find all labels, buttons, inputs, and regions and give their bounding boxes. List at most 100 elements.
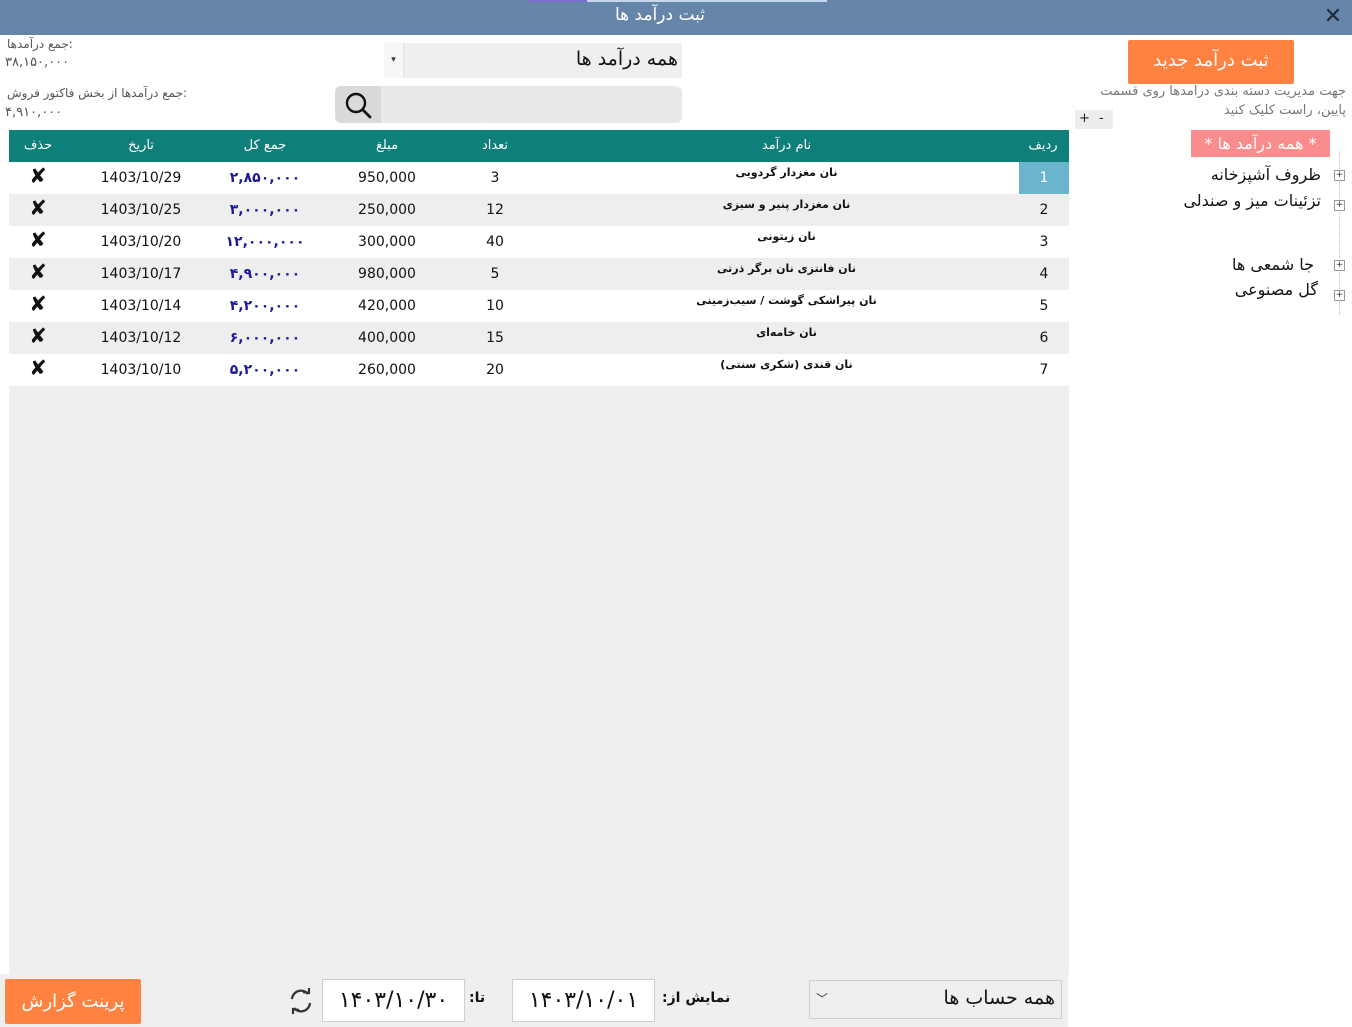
expand-icon[interactable]: + [1334, 170, 1345, 181]
column-index[interactable]: ردیف [1019, 138, 1067, 153]
row-index: 5 [1039, 298, 1049, 314]
table-row[interactable]: ✘ 1403/10/12 ۶,۰۰۰,۰۰۰ 400,000 15 نان خامه‌ای… [9, 322, 1069, 354]
expand-icon[interactable]: + [1334, 290, 1345, 301]
tree-root-all-income[interactable]: * همه درآمد ها * [1191, 130, 1330, 157]
row-count: 10 [486, 298, 504, 314]
search-box [335, 86, 682, 123]
row-index: 7 [1039, 362, 1049, 378]
delete-row-button[interactable]: ✘ [14, 356, 62, 380]
delete-row-button[interactable]: ✘ [14, 260, 62, 284]
column-name[interactable]: نام درآمد [569, 138, 1004, 153]
new-income-button[interactable]: ثبت درآمد جدید [1128, 40, 1294, 84]
row-count: 3 [490, 170, 500, 186]
column-delete[interactable]: حذف [14, 138, 62, 153]
row-total: ۲,۸۵۰,۰۰۰ [229, 170, 301, 186]
table-row[interactable]: ✘ 1403/10/29 ۲,۸۵۰,۰۰۰ 950,000 3 نان مغزدار گ… [9, 162, 1069, 194]
row-total: ۴,۲۰۰,۰۰۰ [229, 298, 301, 314]
row-amount: 980,000 [358, 266, 416, 282]
row-amount: 260,000 [358, 362, 416, 378]
row-amount: 950,000 [358, 170, 416, 186]
row-date: 1403/10/20 [100, 234, 182, 250]
to-date-field[interactable]: ۱۴۰۳/۱۰/۳۰ [322, 979, 465, 1022]
row-total: ۳,۰۰۰,۰۰۰ [229, 202, 301, 218]
row-date: 1403/10/14 [100, 298, 182, 314]
tree-item-kitchenware[interactable]: ظروف آشپزخانه [1211, 165, 1321, 184]
tree-controls: + - [1075, 110, 1113, 129]
refresh-button[interactable] [287, 987, 315, 1015]
refresh-icon [290, 988, 312, 1014]
row-name: نان مغزدار پنیر و سبزی [722, 198, 851, 211]
search-button[interactable] [335, 86, 381, 123]
delete-row-button[interactable]: ✘ [14, 196, 62, 220]
column-count[interactable]: تعداد [445, 138, 545, 153]
dropdown-arrow-icon[interactable]: ▾ [384, 43, 404, 78]
title-accent-highlight [527, 0, 587, 2]
search-input[interactable] [383, 90, 675, 119]
row-amount: 420,000 [358, 298, 416, 314]
account-select-value: همه حساب ها [943, 987, 1055, 1009]
row-index: 6 [1039, 330, 1049, 346]
from-date-label: نمایش از: [662, 990, 731, 1006]
chevron-down-icon: ﹀ [816, 992, 829, 1006]
title-bar: ثبت درآمد ها ✕ [0, 0, 1352, 35]
row-total: ۴,۹۰۰,۰۰۰ [229, 266, 301, 282]
column-date[interactable]: تاریخ [91, 138, 191, 153]
table-row[interactable]: ✘ 1403/10/10 ۵,۲۰۰,۰۰۰ 260,000 20 نان قندی (ش… [9, 354, 1069, 386]
row-name: نان مغزدار گردویی [735, 166, 838, 179]
row-count: 12 [486, 202, 504, 218]
from-date-field[interactable]: ۱۴۰۳/۱۰/۰۱ [512, 979, 655, 1022]
row-name: نان پیراشکی گوشت / سیب‌زمینی [696, 294, 877, 307]
delete-row-button[interactable]: ✘ [14, 292, 62, 316]
category-filter-select[interactable]: ▾ همه درآمد ها [384, 43, 682, 78]
tree-item-artificial-flowers[interactable]: گل مصنوعی [1235, 280, 1318, 299]
row-date: 1403/10/10 [100, 362, 182, 378]
row-count: 5 [490, 266, 500, 282]
row-name: نان زیتونی [757, 230, 816, 243]
row-amount: 300,000 [358, 234, 416, 250]
to-date-label: تا: [469, 990, 486, 1006]
table-row[interactable]: ✘ 1403/10/25 ۳,۰۰۰,۰۰۰ 250,000 12 نان مغزدار … [9, 194, 1069, 226]
expand-icon[interactable]: + [1334, 200, 1345, 211]
search-icon [345, 92, 372, 119]
total-income-label: جمع درآمدها: [7, 37, 73, 51]
column-amount[interactable]: مبلغ [337, 138, 437, 153]
row-name: نان فانتزی نان برگر ذرتی [717, 262, 856, 275]
delete-row-button[interactable]: ✘ [14, 228, 62, 252]
row-amount: 400,000 [358, 330, 416, 346]
row-index: 4 [1039, 266, 1049, 282]
window-title: ثبت درآمد ها [614, 5, 706, 25]
print-report-button[interactable]: پرینت گزارش [5, 979, 141, 1024]
row-date: 1403/10/29 [100, 170, 182, 186]
total-income-value: ۳۸,۱۵۰,۰۰۰ [5, 55, 70, 70]
collapse-all-button[interactable]: - [1099, 111, 1104, 126]
row-count: 20 [486, 362, 504, 378]
row-date: 1403/10/12 [100, 330, 182, 346]
tree-item-table-decor[interactable]: تزئینات میز و صندلی [1183, 191, 1321, 210]
table-row[interactable]: ✘ 1403/10/17 ۴,۹۰۰,۰۰۰ 980,000 5 نان فانتزی ن… [9, 258, 1069, 290]
tree-item-candle-holders[interactable]: جا شمعی ها [1232, 255, 1314, 274]
close-icon[interactable]: ✕ [1320, 3, 1346, 31]
row-date: 1403/10/25 [100, 202, 182, 218]
category-filter-value: همه درآمد ها [575, 48, 678, 70]
row-total: ۶,۰۰۰,۰۰۰ [229, 330, 301, 346]
row-total: ۱۲,۰۰۰,۰۰۰ [225, 234, 305, 250]
row-count: 40 [486, 234, 504, 250]
row-index: 3 [1039, 234, 1049, 250]
row-index: 1 [1019, 162, 1069, 194]
invoice-income-value: ۴,۹۱۰,۰۰۰ [5, 105, 63, 120]
row-name: نان خامه‌ای [756, 326, 817, 339]
delete-row-button[interactable]: ✘ [14, 164, 62, 188]
row-amount: 250,000 [358, 202, 416, 218]
category-hint: جهت مدیریت دسته بندی درامدها روی قسمت پا… [1100, 84, 1346, 118]
table-header: حذف تاریخ جمع کل مبلغ تعداد نام درآمد رد… [9, 130, 1069, 162]
row-total: ۵,۲۰۰,۰۰۰ [229, 362, 301, 378]
expand-all-button[interactable]: + [1079, 111, 1090, 126]
table-row[interactable]: ✘ 1403/10/20 ۱۲,۰۰۰,۰۰۰ 300,000 40 نان زیتونی… [9, 226, 1069, 258]
account-select[interactable]: ﹀ همه حساب ها [809, 980, 1062, 1019]
income-table: حذف تاریخ جمع کل مبلغ تعداد نام درآمد رد… [9, 130, 1069, 974]
row-index: 2 [1039, 202, 1049, 218]
delete-row-button[interactable]: ✘ [14, 324, 62, 348]
expand-icon[interactable]: + [1334, 260, 1345, 271]
table-row[interactable]: ✘ 1403/10/14 ۴,۲۰۰,۰۰۰ 420,000 10 نان پیراشکی… [9, 290, 1069, 322]
column-total[interactable]: جمع کل [209, 138, 321, 153]
